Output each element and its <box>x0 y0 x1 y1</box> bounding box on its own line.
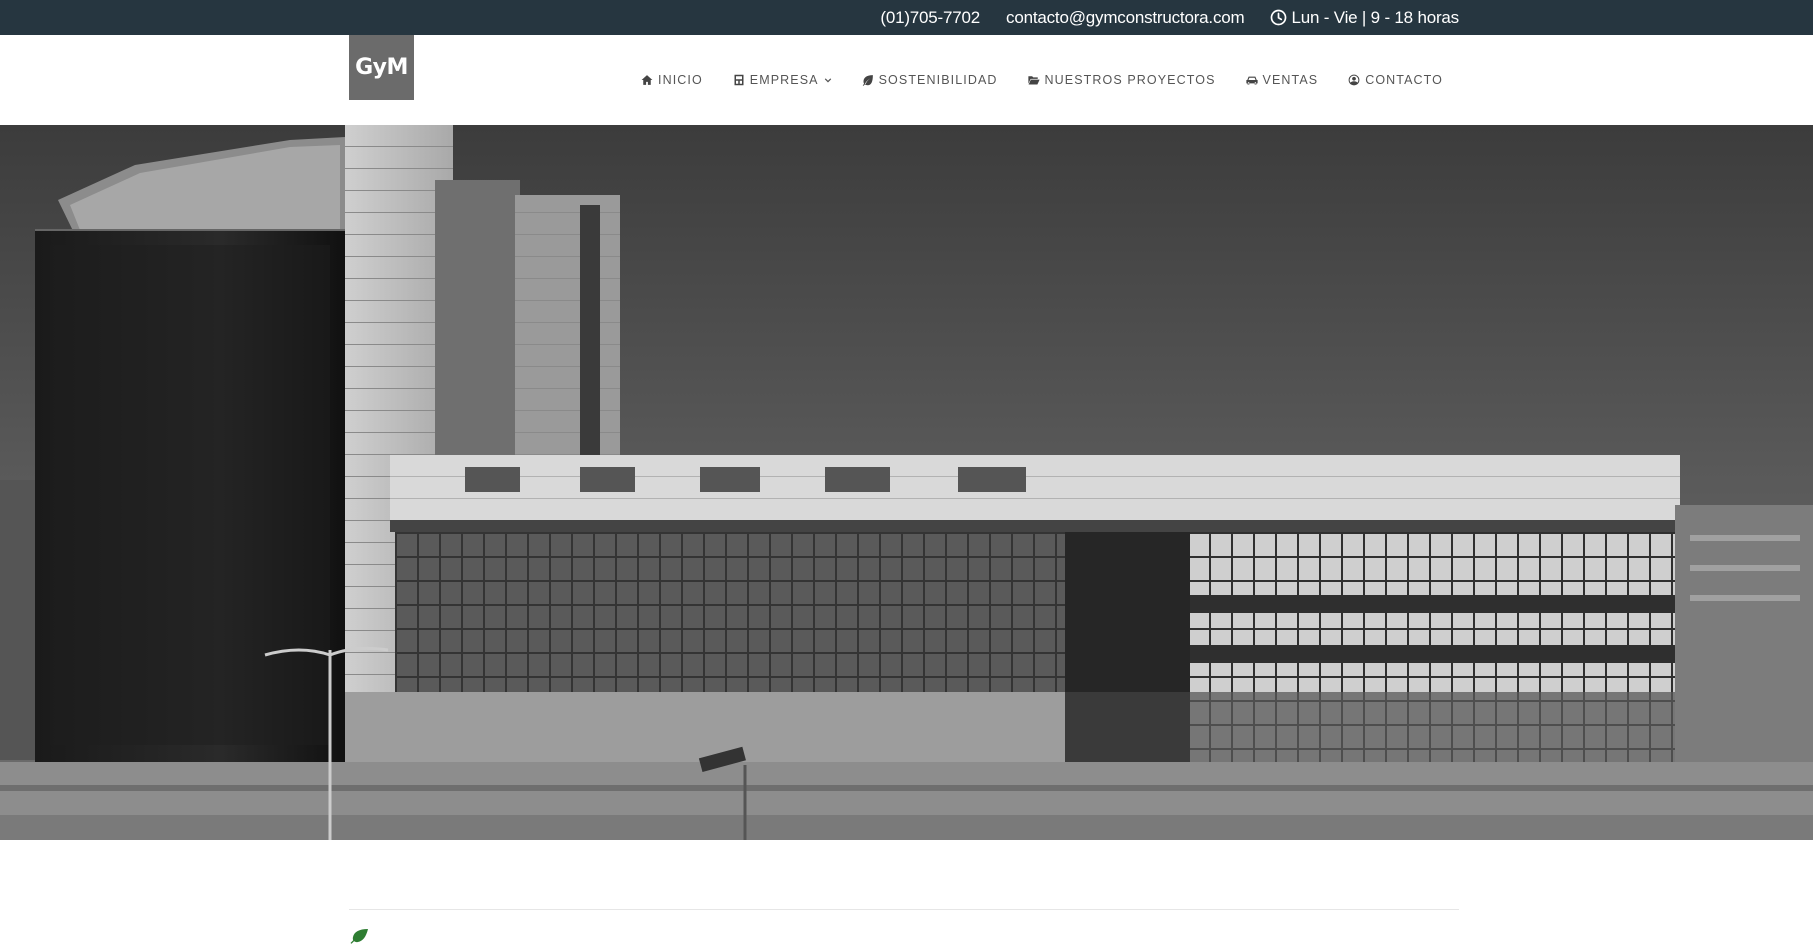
building-icon <box>734 74 744 86</box>
folder-open-icon <box>1027 76 1040 85</box>
logo-text: GyM <box>355 55 408 80</box>
leaf-icon <box>350 929 368 944</box>
nav-item-contacto[interactable]: CONTACTO <box>1348 73 1443 87</box>
business-hours-text: Lun - Vie | 9 - 18 horas <box>1291 7 1459 27</box>
contact-info: (01)705-7702 contacto@gymconstructora.co… <box>880 0 1459 35</box>
nav-item-label: SOSTENIBILIDAD <box>878 73 998 87</box>
intro-section <box>349 928 1459 944</box>
nav-item-inicio[interactable]: INICIO <box>641 73 703 87</box>
nav-item-label: INICIO <box>658 73 703 87</box>
business-hours: Lun - Vie | 9 - 18 horas <box>1270 8 1459 28</box>
nav-item-label: NUESTROS PROYECTOS <box>1044 73 1216 87</box>
top-info-bar: (01)705-7702 contacto@gymconstructora.co… <box>0 0 1813 35</box>
main-navigation: INICIO EMPRESA SOSTENIBILIDAD NUESTROS P… <box>641 35 1443 125</box>
nav-item-empresa[interactable]: EMPRESA <box>733 73 832 87</box>
email-address[interactable]: contacto@gymconstructora.com <box>1006 8 1245 28</box>
user-circle-icon <box>1348 74 1360 86</box>
home-icon <box>641 75 653 85</box>
nav-item-label: EMPRESA <box>749 73 819 87</box>
nav-item-nuestros-proyectos[interactable]: NUESTROS PROYECTOS <box>1027 73 1216 87</box>
hero-banner-image <box>0 125 1813 840</box>
section-divider <box>349 909 1459 910</box>
nav-item-label: VENTAS <box>1262 73 1319 87</box>
main-header: GyM INICIO EMPRESA SOSTENIBILIDAD NUESTR… <box>0 35 1813 125</box>
nav-item-label: CONTACTO <box>1365 73 1443 87</box>
car-icon <box>1245 76 1258 85</box>
building-photo <box>0 125 1813 840</box>
clock-icon <box>1271 9 1287 26</box>
phone-number[interactable]: (01)705-7702 <box>880 8 980 28</box>
nav-item-sostenibilidad[interactable]: SOSTENIBILIDAD <box>862 73 998 87</box>
site-logo[interactable]: GyM <box>349 35 414 100</box>
chevron-down-icon <box>824 78 831 83</box>
leaf-icon <box>862 75 873 86</box>
nav-item-ventas[interactable]: VENTAS <box>1245 73 1319 87</box>
